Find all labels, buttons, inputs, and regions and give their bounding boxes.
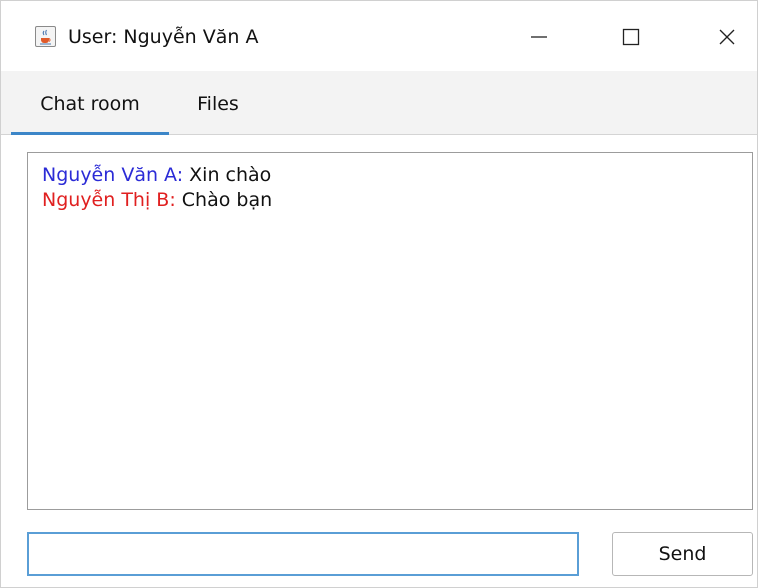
message-sender: Nguyễn Thị B: bbox=[42, 189, 176, 211]
chat-message: Nguyễn Văn A: Xin chào bbox=[42, 163, 738, 188]
chat-log[interactable]: Nguyễn Văn A: Xin chào Nguyễn Thị B: Chà… bbox=[27, 152, 753, 510]
java-cup-icon bbox=[35, 26, 56, 47]
tab-strip: Chat room Files bbox=[1, 71, 757, 135]
minimize-icon bbox=[531, 36, 547, 38]
message-text: Xin chào bbox=[183, 164, 272, 186]
message-text: Chào bạn bbox=[175, 189, 273, 211]
tab-files[interactable]: Files bbox=[179, 71, 257, 134]
title-bar[interactable]: User: Nguyễn Văn A bbox=[1, 1, 757, 71]
tab-label: Files bbox=[197, 93, 239, 115]
maximize-button[interactable] bbox=[603, 17, 659, 57]
close-button[interactable] bbox=[699, 17, 755, 57]
message-sender: Nguyễn Văn A: bbox=[42, 164, 184, 186]
minimize-button[interactable] bbox=[511, 17, 567, 57]
send-button[interactable]: Send bbox=[612, 532, 753, 576]
app-window: User: Nguyễn Văn A Chat room Files Nguyễ… bbox=[0, 0, 758, 588]
tab-chat-room[interactable]: Chat room bbox=[11, 71, 169, 135]
tab-label: Chat room bbox=[40, 93, 140, 115]
chat-message: Nguyễn Thị B: Chào bạn bbox=[42, 188, 738, 213]
tab-selected-indicator bbox=[11, 132, 169, 135]
maximize-icon bbox=[622, 28, 640, 46]
close-icon bbox=[719, 29, 735, 45]
message-input[interactable] bbox=[27, 532, 579, 576]
window-title: User: Nguyễn Văn A bbox=[68, 26, 259, 48]
